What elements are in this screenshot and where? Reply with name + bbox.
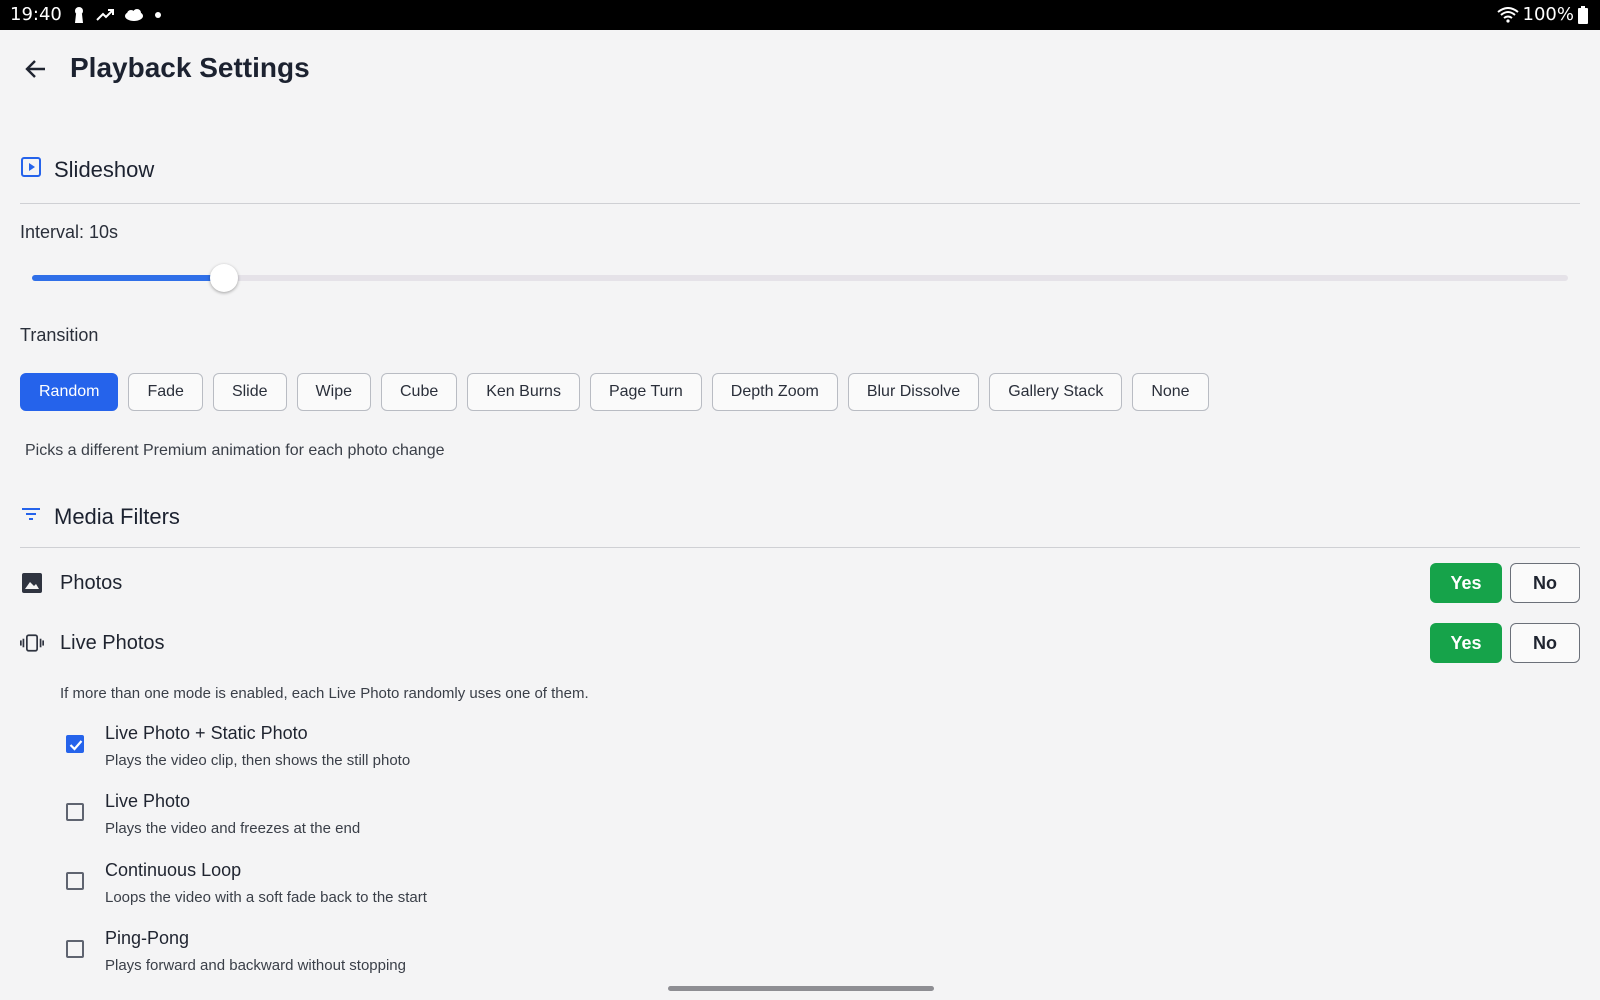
app-header: Playback Settings: [0, 30, 1600, 110]
live-photos-hint: If more than one mode is enabled, each L…: [60, 685, 589, 702]
mode-title: Continuous Loop: [105, 860, 242, 880]
photos-no-button[interactable]: No: [1510, 563, 1580, 603]
trending-up-icon: [96, 8, 114, 22]
chip-blur-dissolve[interactable]: Blur Dissolve: [847, 373, 980, 411]
mode-description: Plays forward and backward without stopp…: [105, 957, 406, 974]
mode-checkbox[interactable]: [66, 940, 84, 958]
mode-description: Plays the video and freezes at the end: [105, 820, 361, 837]
photos-yes-no: Yes No: [1430, 563, 1580, 603]
mode-title: Live Photo: [105, 791, 191, 811]
slider-track: [32, 275, 1568, 281]
interval-slider[interactable]: [32, 264, 1568, 292]
chip-depth-zoom[interactable]: Depth Zoom: [711, 373, 838, 411]
chip-page-turn[interactable]: Page Turn: [589, 373, 702, 411]
mode-checkbox[interactable]: [66, 735, 84, 753]
status-right: 100%: [1496, 4, 1588, 25]
mode-title: Live Photo + Static Photo: [105, 723, 308, 743]
photos-label: Photos: [60, 572, 123, 594]
photos-filter-row: Photos Yes No: [20, 563, 1580, 603]
chip-slide[interactable]: Slide: [212, 373, 287, 411]
battery-percent: 100%: [1522, 4, 1574, 25]
gesture-nav-handle[interactable]: [668, 986, 934, 991]
live-photos-no-button[interactable]: No: [1510, 623, 1580, 663]
arrow-left-icon: [23, 56, 49, 87]
slider-fill: [32, 275, 224, 281]
live-photos-yes-button[interactable]: Yes: [1430, 623, 1502, 663]
mode-option[interactable]: Live Photo Plays the video and freezes a…: [66, 791, 966, 847]
mode-description: Loops the video with a soft fade back to…: [105, 889, 427, 906]
transition-label: Transition: [20, 325, 99, 345]
notification-dot-icon: [154, 11, 162, 19]
chip-wipe[interactable]: Wipe: [296, 373, 371, 411]
back-button[interactable]: [20, 55, 52, 87]
mode-option[interactable]: Live Photo + Static Photo Plays the vide…: [66, 723, 966, 779]
photos-yes-button[interactable]: Yes: [1430, 563, 1502, 603]
status-bar: 19:40 100%: [0, 0, 1600, 30]
live-photos-filter-row: Live Photos Yes No: [20, 623, 1580, 663]
battery-icon: [1578, 5, 1588, 24]
cloud-icon: [124, 8, 144, 22]
mode-checkbox[interactable]: [66, 803, 84, 821]
chip-random[interactable]: Random: [20, 373, 119, 411]
live-photos-label: Live Photos: [60, 632, 165, 654]
media-filters-divider: [20, 547, 1580, 548]
mode-description: Plays the video clip, then shows the sti…: [105, 752, 411, 769]
chip-gallery-stack[interactable]: Gallery Stack: [989, 373, 1123, 411]
status-time: 19:40: [10, 4, 62, 25]
transition-hint: Picks a different Premium animation for …: [25, 442, 445, 459]
image-icon: [20, 571, 44, 595]
play-square-icon: [20, 156, 42, 183]
mode-title: Ping-Pong: [105, 928, 190, 948]
mode-option[interactable]: Continuous Loop Loops the video with a s…: [66, 860, 966, 916]
interval-label: Interval: 10s: [20, 222, 119, 242]
slideshow-title: Slideshow: [54, 156, 155, 182]
filter-lines-icon: [20, 503, 42, 530]
page-title: Playback Settings: [70, 52, 310, 83]
keyhole-icon: [72, 6, 86, 24]
media-filters-section-header: Media Filters: [20, 503, 180, 530]
slideshow-divider: [20, 203, 1580, 204]
vibration-icon: [20, 631, 44, 655]
chip-fade[interactable]: Fade: [128, 373, 203, 411]
status-left: 19:40: [10, 4, 162, 25]
live-photos-yes-no: Yes No: [1430, 623, 1580, 663]
chip-ken-burns[interactable]: Ken Burns: [467, 373, 580, 411]
slideshow-section-header: Slideshow: [20, 156, 154, 183]
wifi-icon: [1496, 6, 1519, 23]
transition-chip-group: Random Fade Slide Wipe Cube Ken Burns Pa…: [20, 373, 1209, 411]
chip-none[interactable]: None: [1132, 373, 1209, 411]
mode-checkbox[interactable]: [66, 872, 84, 890]
media-filters-title: Media Filters: [54, 503, 180, 529]
mode-option[interactable]: Ping-Pong Plays forward and backward wit…: [66, 928, 966, 984]
slider-thumb[interactable]: [210, 264, 238, 292]
chip-cube[interactable]: Cube: [380, 373, 458, 411]
